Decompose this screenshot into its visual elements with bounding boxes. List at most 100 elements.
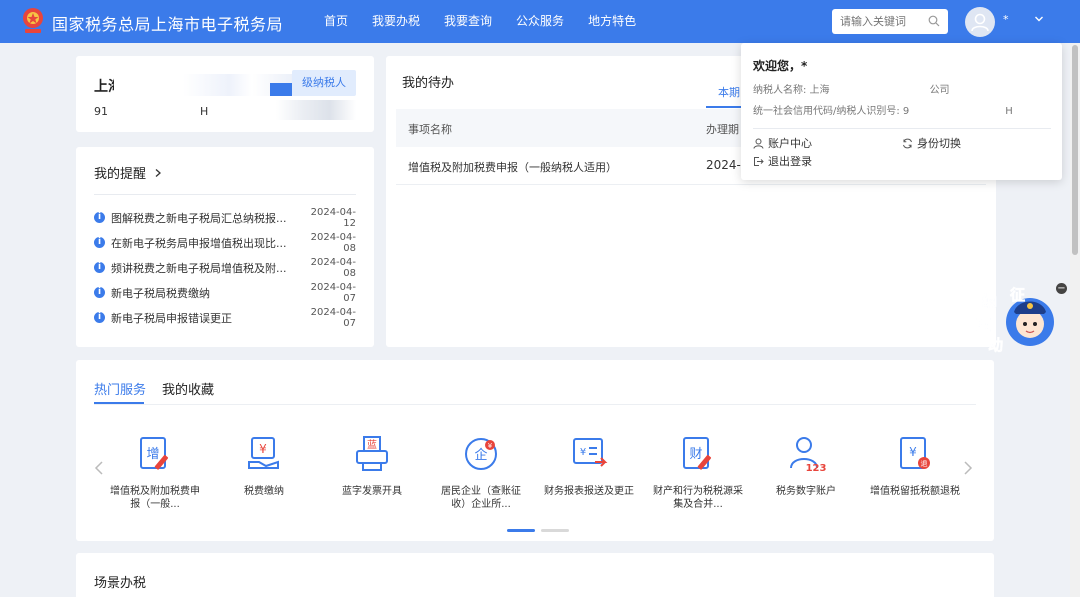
reminder-text[interactable]: 新电子税局申报错误更正 — [111, 310, 302, 326]
welcome-text: 欢迎您，* — [753, 59, 808, 73]
scrollbar-thumb[interactable] — [1072, 45, 1078, 255]
user-avatar-icon — [971, 13, 989, 32]
service-label: 财务报表报送及更正 — [544, 486, 634, 497]
reminder-text[interactable]: 新电子税局税费缴纳 — [111, 285, 302, 301]
reminders-card: 我的提醒 i 图解税费之新电子税局汇总纳税报... 2024-04-12 i 在… — [76, 147, 374, 347]
account-dropdown: 欢迎您，* 纳税人名称: 上海 公司 统一社会信用代码/纳税人识别号: 9 H 账户… — [741, 43, 1062, 180]
search-icon[interactable] — [928, 15, 940, 27]
user-avatar[interactable] — [965, 7, 995, 37]
info-icon: i — [94, 312, 105, 323]
main-nav: 首页 我要办税 我要查询 公众服务 地方特色 — [312, 0, 648, 43]
reminder-text[interactable]: 图解税费之新电子税局汇总纳税报... — [111, 210, 302, 226]
nav-do-tax[interactable]: 我要办税 — [360, 0, 432, 43]
corp-id-prefix: 91 — [94, 105, 108, 118]
page-scrollbar[interactable] — [1070, 43, 1080, 597]
tab-hot-services[interactable]: 热门服务 — [94, 379, 146, 398]
mascot-widget-icon[interactable]: 征 纳 互 动 — [974, 280, 1058, 356]
masked-region — [276, 100, 356, 120]
vat-declare-icon: 增 — [140, 437, 169, 470]
taxpayer-name-label: 纳税人名称: 上海 — [753, 85, 830, 96]
badge-accent — [270, 83, 292, 96]
service-enterprise-income[interactable]: 企 ¥ 居民企业（查账征收）企业所... — [436, 434, 526, 511]
logout-link[interactable]: 退出登录 — [753, 153, 812, 169]
logout-label: 退出登录 — [768, 155, 812, 168]
list-item[interactable]: i 频讲税费之新电子税局增值税及附... 2024-04-08 — [94, 255, 356, 280]
logout-icon — [754, 156, 764, 166]
col-period: 办理期 — [706, 123, 739, 136]
service-vat-refund[interactable]: ¥ 退 增值税留抵税额退税 — [870, 434, 960, 498]
svg-text:¥: ¥ — [580, 447, 586, 458]
todo-item-name[interactable]: 增值税及附加税费申报（一般纳税人适用） — [408, 159, 617, 175]
tax-emblem-icon[interactable] — [20, 6, 46, 36]
nav-public-service[interactable]: 公众服务 — [504, 0, 576, 43]
service-label: 居民企业（查账征收）企业所... — [441, 486, 521, 510]
list-item[interactable]: i 图解税费之新电子税局汇总纳税报... 2024-04-12 — [94, 205, 356, 230]
reminder-date: 2024-04-08 — [310, 231, 356, 254]
reminder-date: 2024-04-07 — [310, 306, 356, 329]
vat-refund-icon: ¥ 退 — [900, 437, 930, 469]
info-icon: i — [94, 262, 105, 273]
chevron-right-icon[interactable] — [963, 460, 973, 476]
account-center-link[interactable]: 账户中心 — [753, 135, 812, 151]
search-box — [832, 9, 948, 34]
service-label: 蓝字发票开具 — [342, 486, 402, 497]
service-digital-account[interactable]: 123 税务数字账户 — [761, 434, 851, 498]
carousel-dot[interactable] — [541, 529, 569, 532]
service-tax-payment[interactable]: ¥ 税费缴纳 — [219, 434, 309, 498]
service-property-tax[interactable]: 财 财产和行为税税源采集及合并... — [653, 434, 743, 511]
switch-identity-label: 身份切换 — [917, 137, 961, 150]
svg-text:¥: ¥ — [259, 442, 267, 456]
corp-info-card: 上海 91 H 级纳税人 — [76, 56, 374, 132]
svg-text:¥: ¥ — [909, 445, 917, 459]
chevron-left-icon[interactable] — [94, 460, 104, 476]
svg-text:¥: ¥ — [488, 442, 493, 450]
nav-query[interactable]: 我要查询 — [432, 0, 504, 43]
list-item[interactable]: i 在新电子税务局申报增值税出现比... 2024-04-08 — [94, 230, 356, 255]
chevron-down-icon[interactable] — [1034, 15, 1044, 23]
service-label: 财产和行为税税源采集及合并... — [653, 486, 743, 510]
blue-invoice-icon: 蓝 — [356, 436, 388, 471]
tab-indicator — [706, 106, 746, 108]
tab-current-period[interactable]: 本期 — [718, 84, 740, 100]
carousel-dot-active[interactable] — [507, 529, 535, 532]
svg-text:123: 123 — [806, 463, 826, 474]
top-header: 国家税务总局上海市电子税务局 首页 我要办税 我要查询 公众服务 地方特色 * — [0, 0, 1080, 43]
reminder-text[interactable]: 频讲税费之新电子税局增值税及附... — [111, 260, 302, 276]
divider — [94, 404, 976, 405]
credit-code: 统一社会信用代码/纳税人识别号: 9 H — [753, 102, 1013, 117]
user-name[interactable]: * — [1003, 13, 1009, 26]
list-item[interactable]: i 新电子税局申报错误更正 2024-04-07 — [94, 305, 356, 330]
nav-local-feature[interactable]: 地方特色 — [576, 0, 648, 43]
close-icon[interactable]: − — [1056, 283, 1067, 294]
taxpayer-type-badge: 级纳税人 — [292, 70, 356, 96]
property-tax-icon: 财 — [683, 437, 712, 470]
corp-id-suffix: H — [200, 105, 209, 118]
financial-report-icon: ¥ — [573, 438, 608, 467]
reminder-date: 2024-04-12 — [310, 206, 356, 229]
list-item[interactable]: i 新电子税局税费缴纳 2024-04-07 — [94, 280, 356, 305]
search-input[interactable] — [840, 15, 932, 28]
reminders-title[interactable]: 我的提醒 — [94, 163, 162, 182]
info-icon: i — [94, 237, 105, 248]
nav-home[interactable]: 首页 — [312, 0, 360, 43]
reminder-text[interactable]: 在新电子税务局申报增值税出现比... — [111, 235, 302, 251]
switch-identity-link[interactable]: 身份切换 — [902, 135, 961, 151]
svg-text:退: 退 — [921, 459, 928, 468]
user-icon — [753, 138, 764, 149]
service-vat-declare[interactable]: 增 增值税及附加税费申报（一般... — [110, 434, 200, 511]
service-label: 税务数字账户 — [776, 486, 836, 497]
svg-text:增: 增 — [146, 447, 159, 462]
tab-my-favorites[interactable]: 我的收藏 — [162, 379, 214, 398]
credit-code-suffix: H — [1005, 106, 1013, 117]
service-blue-invoice[interactable]: 蓝 蓝字发票开具 — [327, 434, 417, 498]
digital-account-icon: 123 — [790, 437, 826, 474]
mascot-char: 征 — [1010, 286, 1025, 304]
hot-services-card: 热门服务 我的收藏 增 增值税及附加税费申报（一般... ¥ 税费缴纳 蓝 蓝字… — [76, 360, 994, 541]
chevron-right-icon[interactable] — [154, 168, 162, 178]
svg-text:蓝: 蓝 — [367, 439, 377, 451]
svg-text:企: 企 — [474, 447, 487, 463]
divider — [753, 128, 1051, 129]
divider — [94, 194, 356, 195]
site-title[interactable]: 国家税务总局上海市电子税务局 — [52, 11, 283, 35]
service-financial-report[interactable]: ¥ 财务报表报送及更正 — [544, 434, 634, 498]
